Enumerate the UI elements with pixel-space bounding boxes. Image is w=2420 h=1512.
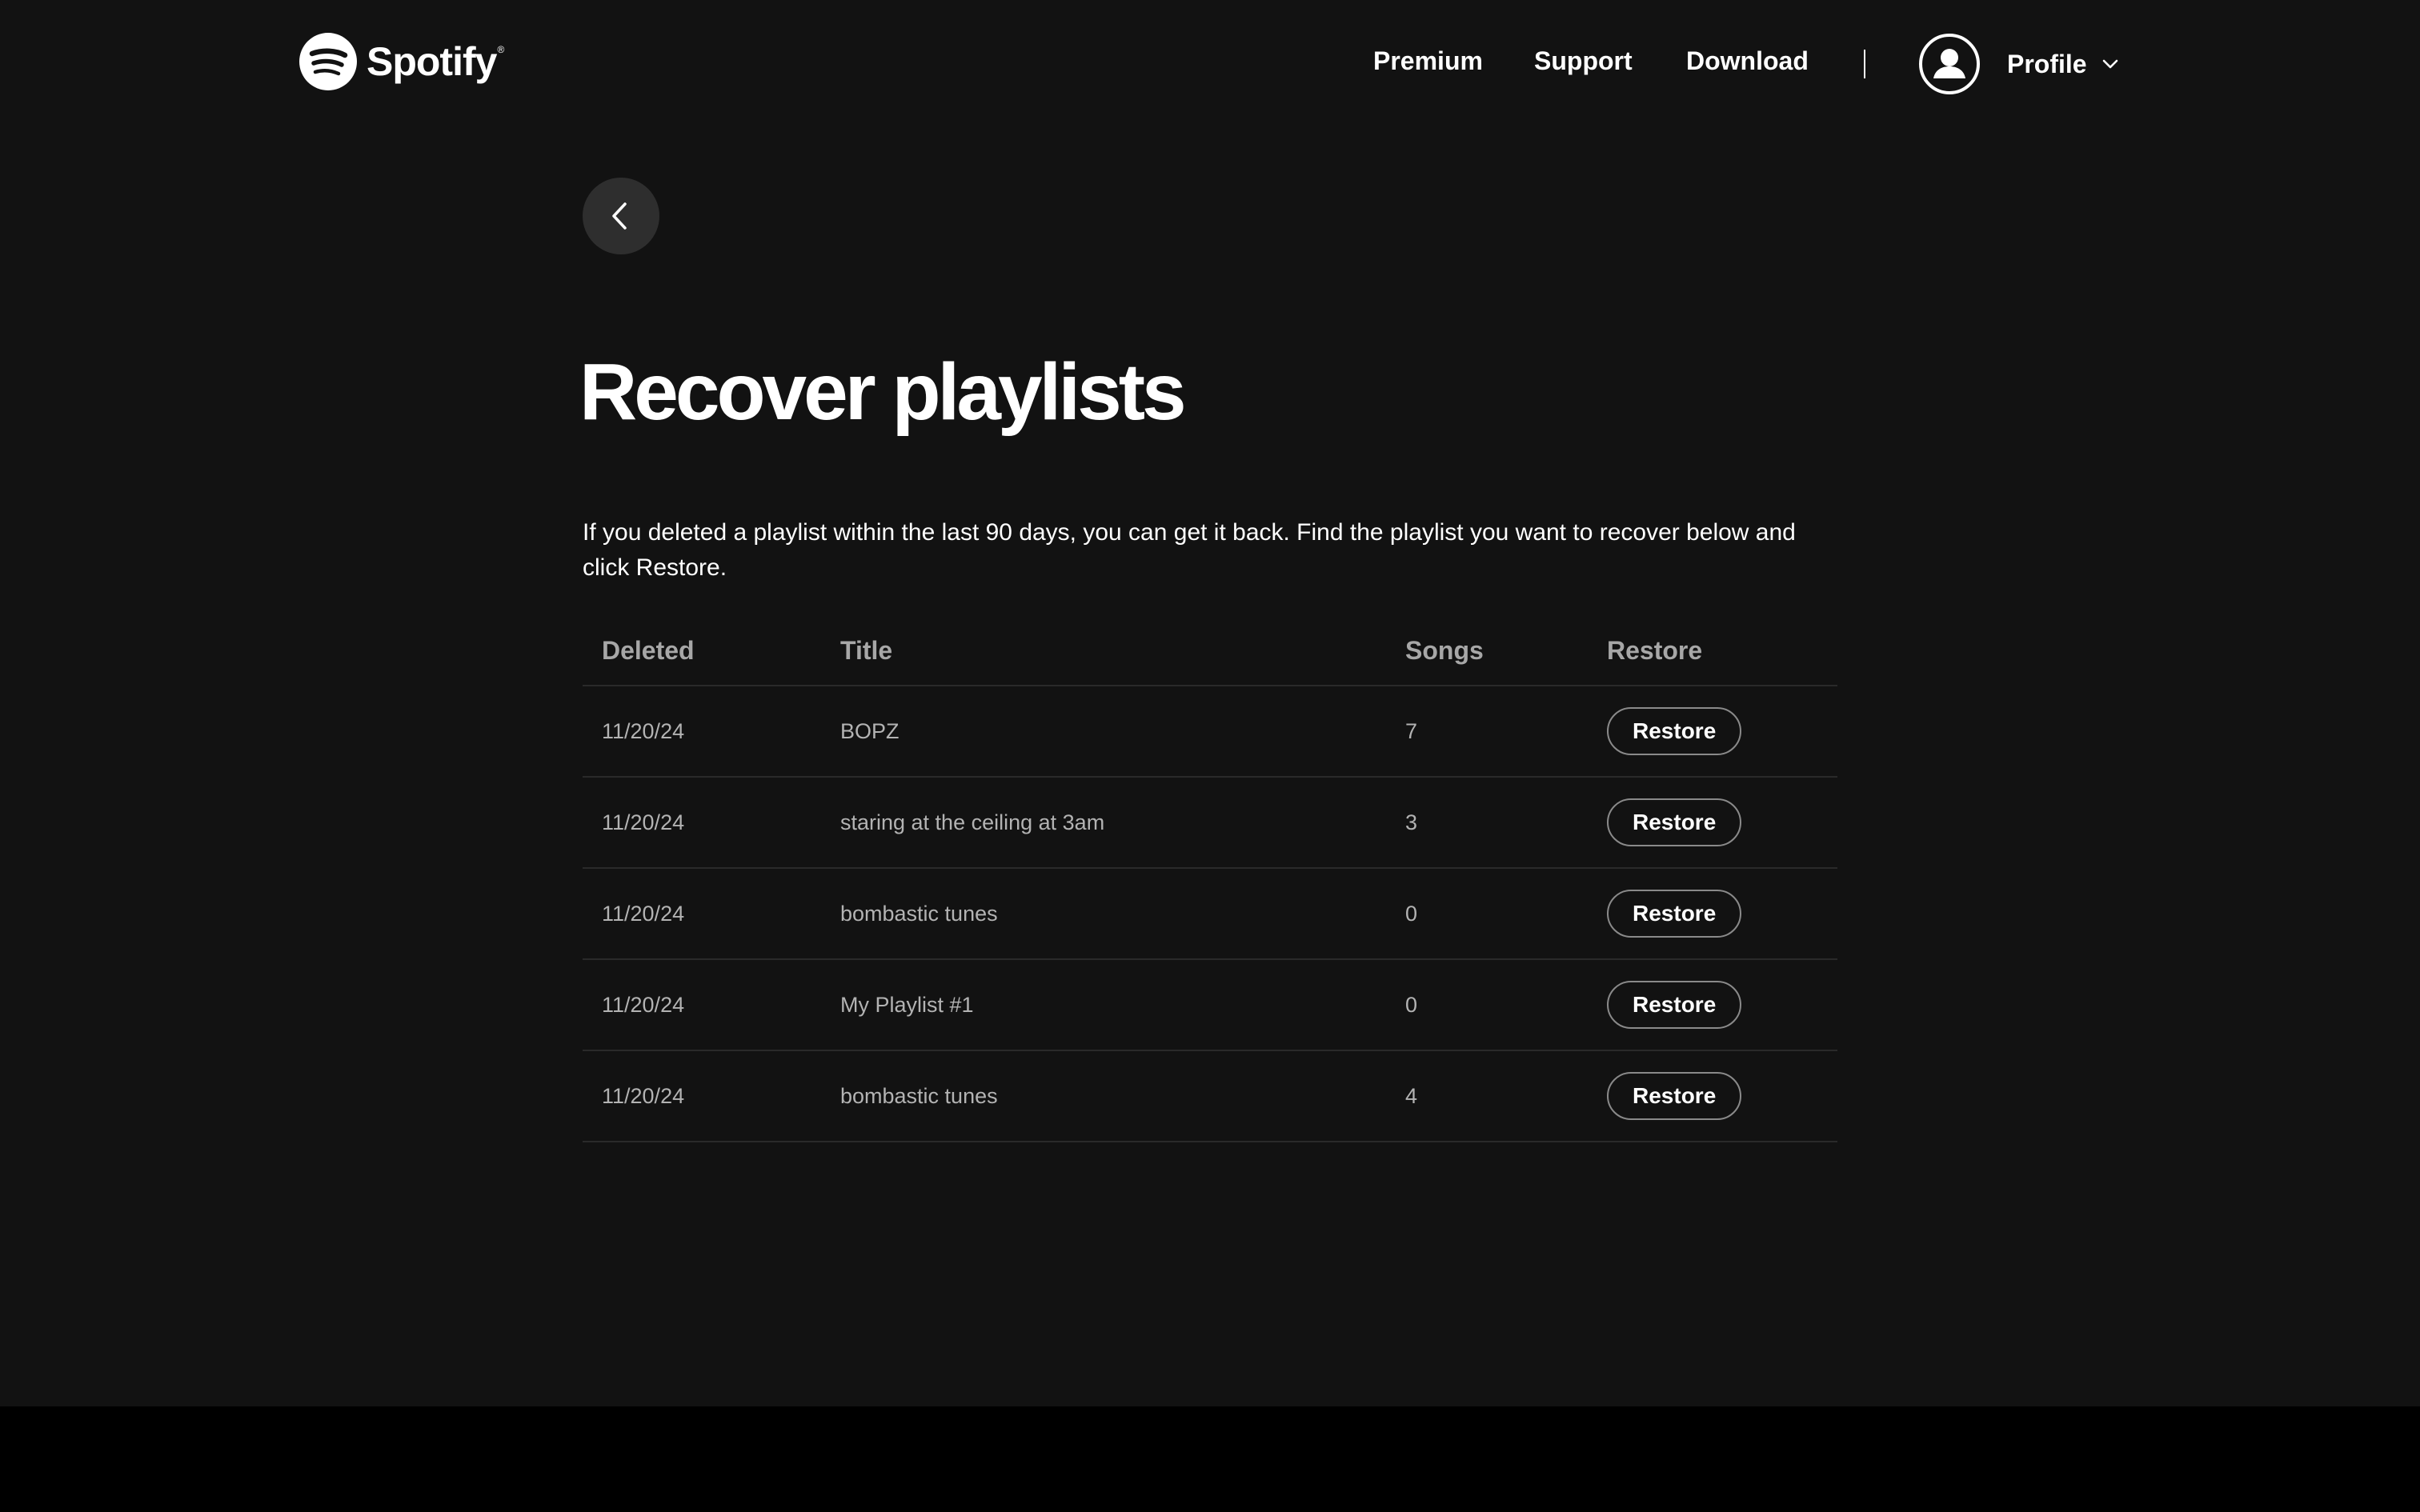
table-row: 11/20/24 bombastic tunes 4 Restore <box>583 1050 1837 1142</box>
nav-support-link[interactable]: Support <box>1534 46 1633 76</box>
table-row: 11/20/24 BOPZ 7 Restore <box>583 686 1837 778</box>
column-header-restore: Restore <box>1607 616 1837 686</box>
song-count: 3 <box>1405 777 1607 869</box>
chevron-left-icon <box>612 202 627 230</box>
back-button[interactable] <box>583 178 659 254</box>
spotify-logo[interactable]: Spotify® <box>299 32 504 91</box>
user-icon <box>1933 49 1965 78</box>
nav-download-link[interactable]: Download <box>1686 46 1809 76</box>
song-count: 0 <box>1405 868 1607 960</box>
deleted-date: 11/20/24 <box>583 868 840 960</box>
song-count: 0 <box>1405 959 1607 1051</box>
restore-button[interactable]: Restore <box>1607 798 1742 846</box>
playlist-title: bombastic tunes <box>840 1050 1405 1142</box>
nav-divider <box>1864 50 1865 78</box>
nav-premium-link[interactable]: Premium <box>1373 46 1483 76</box>
deleted-date: 11/20/24 <box>583 777 840 869</box>
restore-cell: Restore <box>1607 777 1837 869</box>
playlist-title: BOPZ <box>840 686 1405 778</box>
table-row: 11/20/24 My Playlist #1 0 Restore <box>583 959 1837 1051</box>
profile-label: Profile <box>2007 49 2087 78</box>
deleted-date: 11/20/24 <box>583 686 840 778</box>
restore-cell: Restore <box>1607 686 1837 778</box>
deleted-date: 11/20/24 <box>583 1050 840 1142</box>
page-description: If you deleted a playlist within the las… <box>583 519 1796 581</box>
avatar <box>1919 34 1980 94</box>
table-header-row: Deleted Title Songs Restore <box>583 616 1837 686</box>
restore-cell: Restore <box>1607 1050 1837 1142</box>
spotify-logo-icon <box>299 33 357 90</box>
restore-cell: Restore <box>1607 959 1837 1051</box>
footer-band <box>0 1406 2420 1512</box>
site-header: Spotify® Premium Support Download Profil… <box>0 0 2420 128</box>
song-count: 4 <box>1405 1050 1607 1142</box>
column-header-songs: Songs <box>1405 616 1607 686</box>
profile-menu-button[interactable]: Profile <box>1919 30 2119 98</box>
page-title: Recover playlists <box>579 347 1187 437</box>
restore-button[interactable]: Restore <box>1607 981 1742 1029</box>
playlist-title: My Playlist #1 <box>840 959 1405 1051</box>
playlist-title: bombastic tunes <box>840 868 1405 960</box>
table-row: 11/20/24 staring at the ceiling at 3am 3… <box>583 777 1837 869</box>
playlist-title: staring at the ceiling at 3am <box>840 777 1405 869</box>
logo-wordmark: Spotify® <box>367 39 504 84</box>
table-row: 11/20/24 bombastic tunes 0 Restore <box>583 868 1837 960</box>
column-header-title: Title <box>840 616 1405 686</box>
page: Spotify® Premium Support Download Profil… <box>0 0 2420 1406</box>
chevron-down-icon <box>2102 59 2118 69</box>
restore-button[interactable]: Restore <box>1607 707 1742 755</box>
restore-cell: Restore <box>1607 868 1837 960</box>
deleted-playlists-table: Deleted Title Songs Restore 11/20/24 BOP… <box>583 616 1837 1142</box>
song-count: 7 <box>1405 686 1607 778</box>
restore-button[interactable]: Restore <box>1607 890 1742 938</box>
restore-button[interactable]: Restore <box>1607 1072 1742 1120</box>
deleted-date: 11/20/24 <box>583 959 840 1051</box>
column-header-deleted: Deleted <box>583 616 840 686</box>
